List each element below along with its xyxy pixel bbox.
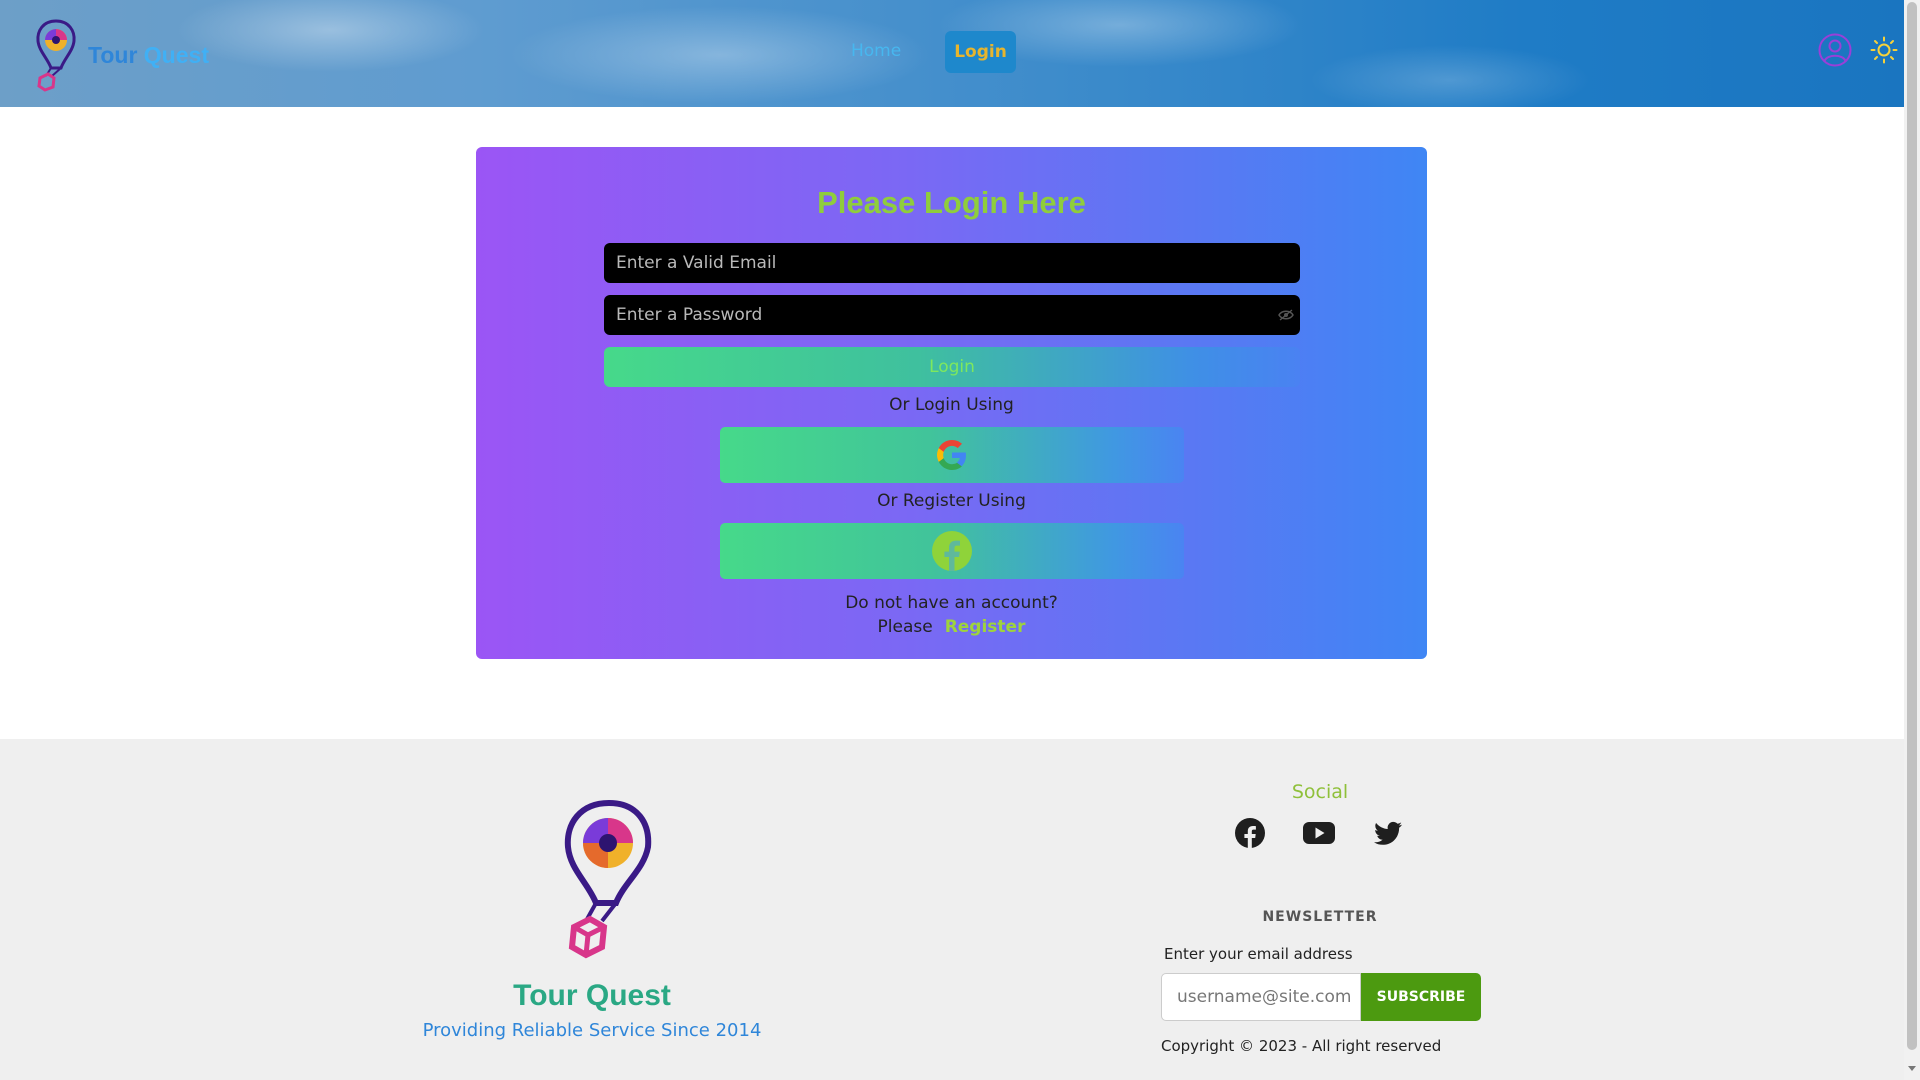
sun-icon[interactable]	[1870, 36, 1898, 64]
login-title: Please Login Here	[817, 185, 1086, 220]
no-account-text: Do not have an account?	[845, 593, 1058, 613]
social-heading: Social	[1291, 781, 1349, 803]
scrollbar-thumb[interactable]	[1907, 2, 1917, 1050]
facebook-icon[interactable]	[1234, 817, 1266, 849]
register-link[interactable]: Register	[945, 617, 1026, 637]
please-text: Please	[877, 617, 933, 637]
balloon-logo-icon	[36, 19, 76, 92]
footer-tagline: Providing Reliable Service Since 2014	[422, 1020, 762, 1041]
login-card: Please Login Here Enter a Valid Email En…	[476, 147, 1427, 659]
brand-word-quest: Quest	[143, 41, 209, 68]
page-scrollbar[interactable]	[1904, 0, 1920, 1080]
newsletter-placeholder: username@site.com	[1177, 987, 1352, 1007]
top-navbar: Tour Quest Home Login	[0, 0, 1904, 107]
newsletter-heading: NEWSLETTER	[1262, 909, 1378, 925]
facebook-register-button[interactable]	[720, 523, 1184, 579]
social-links	[1234, 817, 1406, 853]
facebook-icon	[932, 531, 972, 571]
newsletter-label: Enter your email address	[1164, 945, 1353, 963]
nav-login-button[interactable]: Login	[945, 31, 1016, 73]
newsletter-email-input[interactable]: username@site.com	[1161, 973, 1361, 1021]
copyright-text: Copyright © 2023 - All right reserved	[1161, 1037, 1442, 1055]
footer-brand-name: Tour Quest	[513, 979, 671, 1012]
password-placeholder: Enter a Password	[616, 305, 763, 325]
email-input[interactable]: Enter a Valid Email	[604, 243, 1300, 283]
subscribe-button[interactable]: SUBSCRIBE	[1361, 973, 1481, 1021]
password-input[interactable]: Enter a Password	[604, 295, 1300, 335]
scroll-down-arrow-icon[interactable]	[1908, 1066, 1916, 1071]
register-prompt: Please Register	[476, 617, 1427, 637]
or-register-using-text: Or Register Using	[877, 491, 1026, 511]
brand-word-tour: Tour	[88, 41, 138, 68]
google-login-button[interactable]	[720, 427, 1184, 483]
google-icon	[937, 440, 966, 470]
balloon-logo-icon	[564, 799, 652, 959]
login-submit-button[interactable]: Login	[604, 347, 1300, 387]
brand-name: Tour Quest	[88, 42, 209, 69]
brand-link[interactable]: Tour Quest	[34, 18, 209, 92]
nav-home-link[interactable]: Home	[851, 41, 901, 61]
or-login-using-text: Or Login Using	[889, 395, 1014, 415]
eye-toggle-icon[interactable]	[1278, 309, 1294, 321]
footer: Tour Quest Providing Reliable Service Si…	[0, 739, 1904, 1080]
youtube-icon[interactable]	[1302, 817, 1336, 849]
email-placeholder: Enter a Valid Email	[616, 253, 777, 273]
twitter-icon[interactable]	[1372, 817, 1404, 849]
user-icon[interactable]	[1818, 33, 1852, 67]
